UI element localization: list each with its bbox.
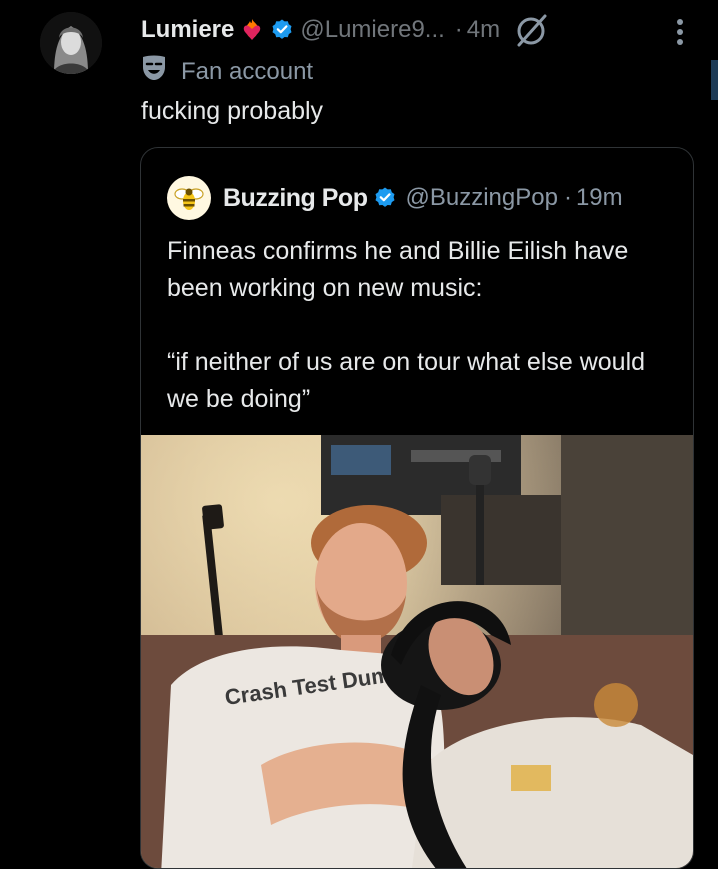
quoted-tweet-time[interactable]: 19m [576, 184, 623, 212]
more-options-button[interactable] [674, 14, 686, 55]
tweet-header: Lumiere @Lumiere9... · 4m [141, 12, 688, 48]
quoted-tweet-text-line: “if neither of us are on tour what else … [167, 348, 646, 413]
grok-icon[interactable] [514, 12, 550, 48]
studio-photo-image: Crash Test Dummies [141, 435, 693, 868]
quoted-tweet-photo[interactable]: Crash Test Dummies [141, 435, 693, 868]
quoted-author-handle[interactable]: @BuzzingPop [405, 184, 557, 212]
verified-icon[interactable] [373, 186, 397, 210]
avatar-image [40, 12, 102, 74]
quoted-tweet-text-line: Finneas confirms he and Billie Eilish ha… [167, 237, 629, 302]
quoted-tweet[interactable]: Buzzing Pop @BuzzingPop · 19m Finneas co… [140, 147, 694, 869]
quoted-tweet-text: Finneas confirms he and Billie Eilish ha… [167, 233, 677, 418]
author-avatar[interactable] [40, 12, 102, 74]
account-label: Fan account [141, 54, 313, 89]
separator-dot: · [454, 16, 463, 43]
tweet-text: fucking probably [141, 97, 324, 125]
separator-dot: · [563, 184, 572, 211]
quoted-tweet-header: Buzzing Pop @BuzzingPop · 19m [167, 176, 623, 220]
author-name[interactable]: Lumiere [141, 16, 234, 44]
more-vertical-icon [677, 19, 683, 45]
bee-logo-icon [174, 188, 204, 210]
heart-on-fire-emoji-icon [240, 18, 264, 42]
theater-mask-icon [141, 54, 167, 89]
verified-icon[interactable] [270, 18, 294, 42]
quoted-author-avatar[interactable] [167, 176, 211, 220]
tweet-time[interactable]: 4m [467, 16, 500, 44]
label-text: Fan account [181, 57, 314, 85]
scrollbar-thumb[interactable] [711, 60, 718, 100]
author-handle[interactable]: @Lumiere9... [300, 16, 444, 44]
quoted-author-name[interactable]: Buzzing Pop [223, 184, 368, 213]
